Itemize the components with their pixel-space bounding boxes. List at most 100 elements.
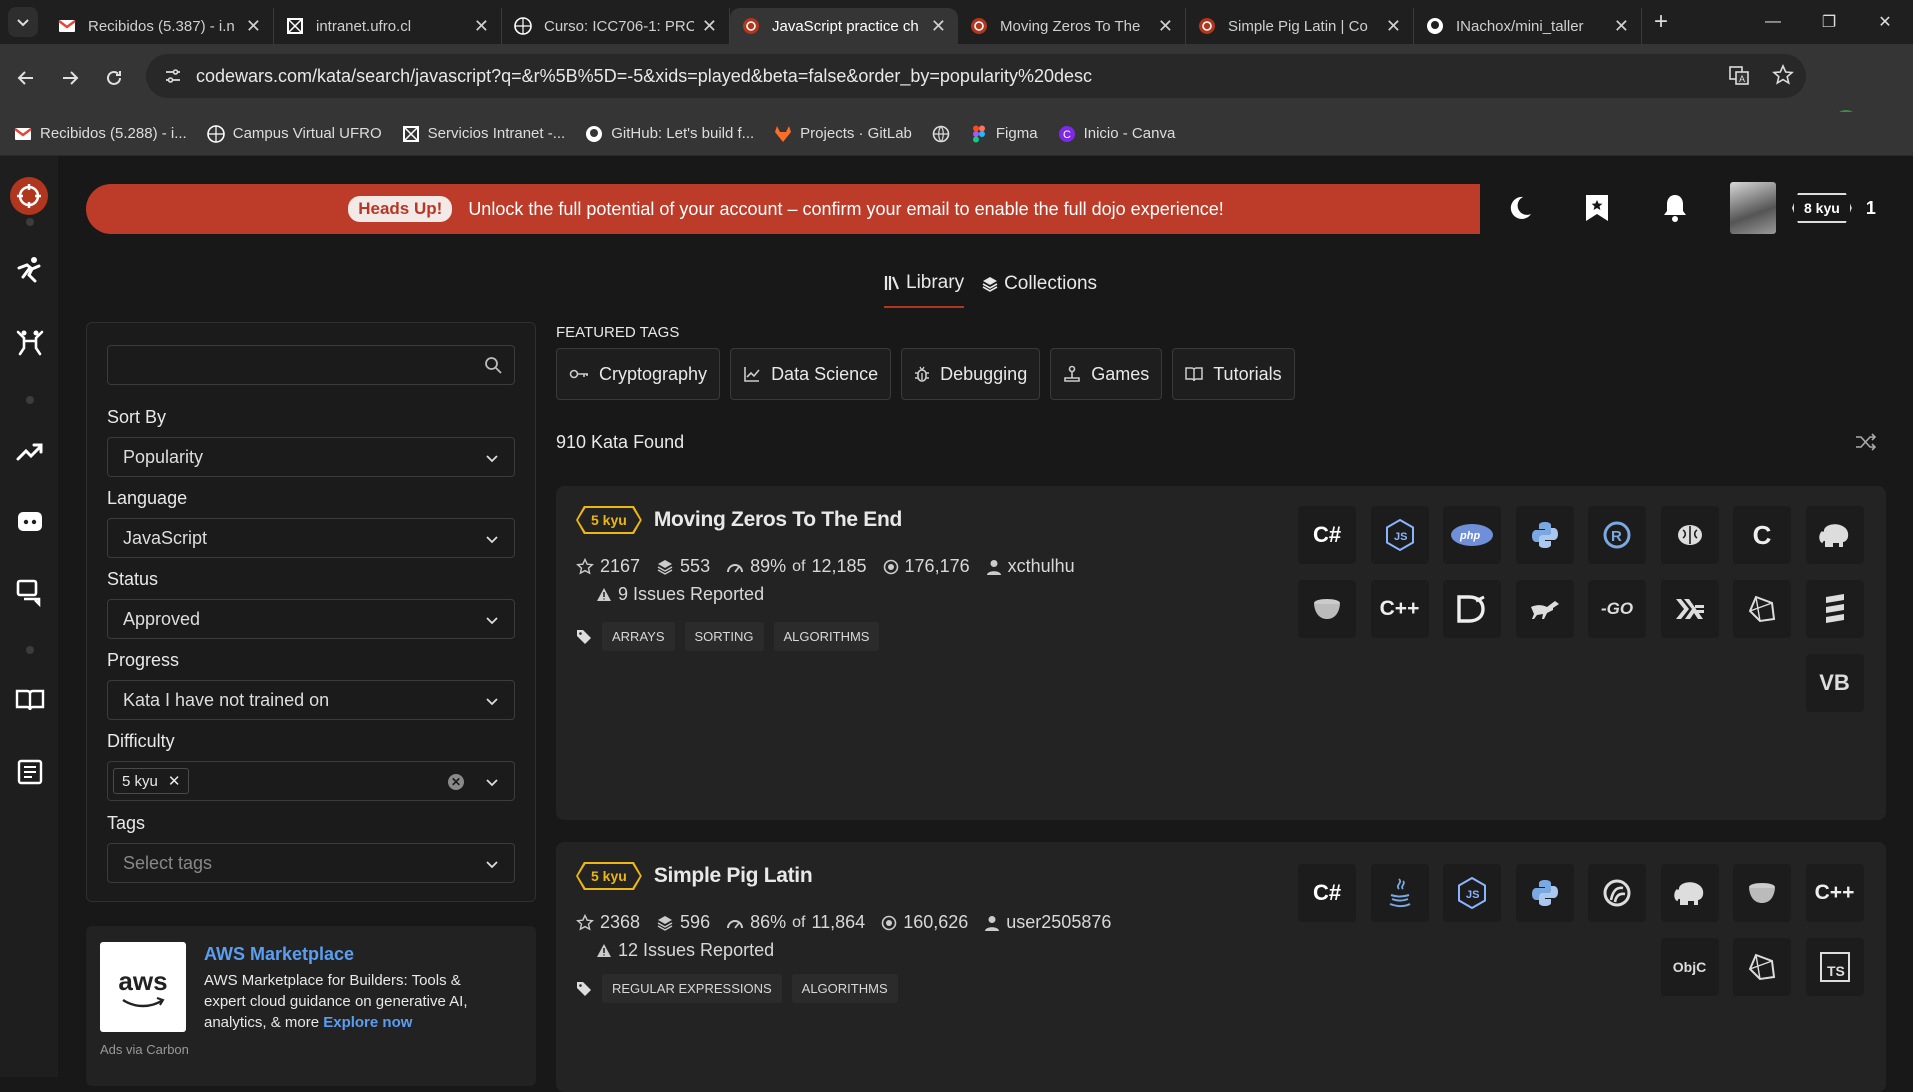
kata-tag[interactable]: SORTING — [684, 622, 764, 651]
go-icon[interactable]: -GO — [1588, 580, 1646, 638]
maximize-button[interactable]: ❐ — [1801, 0, 1857, 44]
cpp-icon[interactable]: C++ — [1370, 580, 1429, 638]
coffeescript-icon[interactable] — [1298, 580, 1356, 638]
csharp-icon[interactable]: C# — [1298, 864, 1356, 922]
tab-library[interactable]: Library — [884, 272, 965, 308]
kata-author-link[interactable]: xcthulhu — [1008, 556, 1075, 577]
browser-tab[interactable]: Moving Zeros To The ✕ — [958, 8, 1186, 44]
tab-search-button[interactable] — [8, 7, 38, 37]
close-icon[interactable]: ✕ — [931, 16, 946, 37]
ad-link[interactable]: Explore now — [323, 1014, 412, 1031]
new-tab-button[interactable]: + — [1654, 8, 1668, 36]
minimize-button[interactable]: — — [1745, 0, 1801, 44]
python-icon[interactable] — [1515, 864, 1574, 922]
close-icon[interactable]: ✕ — [246, 16, 261, 37]
kata-issues[interactable]: 12 Issues Reported — [596, 940, 774, 961]
brainfuck-icon[interactable] — [1660, 506, 1719, 564]
javascript-icon[interactable]: JS — [1443, 864, 1501, 922]
raku-icon[interactable]: R — [1588, 506, 1646, 564]
bookmark-item[interactable]: Projects · GitLab — [774, 125, 912, 143]
difficulty-select[interactable]: 5 kyu ✕ ✕ — [107, 761, 515, 801]
kata-title-link[interactable]: Moving Zeros To The End — [654, 508, 903, 532]
close-window-button[interactable]: ✕ — [1857, 0, 1913, 44]
practice-icon[interactable] — [14, 326, 46, 358]
bookmark-star-icon[interactable] — [1772, 64, 1794, 86]
back-button[interactable] — [8, 60, 44, 96]
bookmark-item[interactable]: Recibidos (5.288) - i... — [14, 125, 187, 143]
ad-footer[interactable]: Ads via Carbon — [100, 1042, 189, 1057]
reload-button[interactable] — [96, 60, 132, 96]
javascript-icon[interactable]: JS — [1370, 506, 1429, 564]
close-icon[interactable]: ✕ — [702, 16, 717, 37]
python-icon[interactable] — [1515, 506, 1574, 564]
clear-icon[interactable]: ✕ — [448, 774, 464, 790]
c-icon[interactable]: C — [1733, 506, 1791, 564]
close-icon[interactable]: ✕ — [1158, 16, 1173, 37]
bookmark-item[interactable]: C Inicio - Canva — [1058, 125, 1175, 143]
cpp-icon[interactable]: C++ — [1805, 864, 1864, 922]
notifications-button[interactable] — [1636, 178, 1714, 238]
bookmark-item[interactable]: Campus Virtual UFRO — [206, 124, 382, 143]
bookmark-item[interactable]: Servicios Intranet -... — [402, 125, 565, 143]
kata-tag[interactable]: ALGORITHMS — [791, 974, 898, 1003]
kata-tag[interactable]: ARRAYS — [602, 622, 675, 651]
dinosaur-icon[interactable] — [1515, 580, 1574, 638]
forward-button[interactable] — [52, 60, 88, 96]
kata-issues[interactable]: 9 Issues Reported — [596, 584, 764, 605]
dart-icon[interactable] — [1443, 580, 1501, 638]
kata-tag[interactable]: ALGORITHMS — [773, 622, 880, 651]
user-rank-badge[interactable]: 8 kyu 1 — [1792, 193, 1876, 223]
bookmark-item[interactable]: GitHub: Let's build f... — [585, 125, 754, 143]
site-settings-icon[interactable] — [164, 67, 182, 85]
email-confirm-banner[interactable]: Heads Up! Unlock the full potential of y… — [86, 184, 1486, 234]
close-icon[interactable]: ✕ — [1614, 16, 1629, 37]
sort-select[interactable]: Popularity — [107, 437, 515, 477]
coffeescript-icon[interactable] — [1733, 864, 1791, 922]
crystal-icon[interactable] — [1733, 580, 1791, 638]
typescript-icon[interactable]: TS — [1805, 938, 1864, 996]
objective-c-icon[interactable]: ObjC — [1660, 938, 1719, 996]
kata-title-link[interactable]: Simple Pig Latin — [654, 864, 813, 888]
bookmark-item[interactable] — [932, 125, 950, 143]
elixir-elephant-icon[interactable] — [1805, 506, 1864, 564]
kata-author-link[interactable]: user2505876 — [1006, 912, 1111, 933]
browser-tab[interactable]: Simple Pig Latin | Co ✕ — [1186, 8, 1414, 44]
featured-tag-tutorials[interactable]: Tutorials — [1172, 348, 1295, 400]
discord-icon[interactable] — [14, 506, 46, 538]
solidity-stack-icon[interactable] — [1805, 580, 1864, 638]
search-icon[interactable] — [484, 356, 502, 374]
browser-tab[interactable]: Curso: ICC706-1: PRC ✕ — [502, 8, 730, 44]
browser-tab-active[interactable]: JavaScript practice ch ✕ — [730, 8, 958, 44]
featured-tag-debugging[interactable]: Debugging — [901, 348, 1041, 400]
codewars-logo-icon[interactable] — [9, 176, 49, 216]
url-input[interactable]: codewars.com/kata/search/javascript?q=&r… — [146, 54, 1806, 98]
train-icon[interactable] — [14, 254, 46, 286]
blog-news-icon[interactable] — [14, 756, 46, 788]
featured-tag-cryptography[interactable]: Cryptography — [556, 348, 721, 400]
bookmark-item[interactable]: Figma — [970, 125, 1038, 143]
browser-tab[interactable]: INachox/mini_taller ✕ — [1414, 8, 1642, 44]
discussion-icon[interactable] — [14, 576, 46, 608]
close-icon[interactable]: ✕ — [1386, 16, 1401, 37]
search-input[interactable] — [107, 345, 515, 385]
shuffle-icon[interactable] — [1855, 432, 1877, 452]
language-select[interactable]: JavaScript — [107, 518, 515, 558]
kata-tag[interactable]: REGULAR EXPRESSIONS — [602, 974, 782, 1003]
crystal-icon[interactable] — [1733, 938, 1791, 996]
elixir-elephant-icon[interactable] — [1660, 864, 1719, 922]
avatar[interactable] — [1730, 182, 1776, 234]
csharp-icon[interactable]: C# — [1298, 506, 1356, 564]
featured-tag-data-science[interactable]: Data Science — [730, 348, 892, 400]
browser-tab[interactable]: Recibidos (5.387) - i.n ✕ — [46, 8, 274, 44]
vb-icon[interactable]: VB — [1805, 654, 1864, 712]
php-icon[interactable]: php — [1443, 506, 1501, 564]
java-icon[interactable] — [1370, 864, 1429, 922]
browser-tab[interactable]: intranet.ufro.cl ✕ — [274, 8, 502, 44]
tab-collections[interactable]: Collections — [982, 272, 1097, 308]
chip-remove-icon[interactable]: ✕ — [168, 772, 181, 790]
close-icon[interactable]: ✕ — [474, 16, 489, 37]
translate-icon[interactable]: A — [1728, 64, 1750, 86]
tags-select[interactable]: Select tags — [107, 843, 515, 883]
docs-book-icon[interactable] — [14, 684, 46, 716]
status-select[interactable]: Approved — [107, 599, 515, 639]
